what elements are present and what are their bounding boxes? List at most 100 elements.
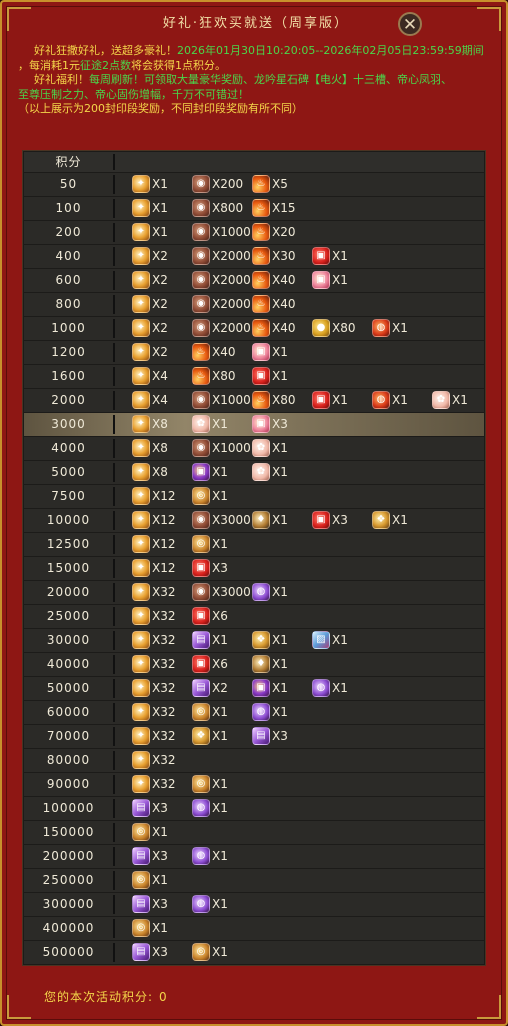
petal-icon[interactable]: ✿ — [252, 463, 270, 481]
stone-icon[interactable]: ◉ — [192, 223, 210, 241]
purple-scroll-icon[interactable]: ▤ — [132, 799, 150, 817]
stone-icon[interactable]: ◉ — [192, 583, 210, 601]
gift-box-icon[interactable]: ✦ — [132, 631, 150, 649]
gift-box-icon[interactable]: ✦ — [132, 391, 150, 409]
red-gift-icon[interactable]: ▣ — [252, 367, 270, 385]
pink-gift-icon[interactable]: ▣ — [252, 415, 270, 433]
flame-feather-icon[interactable]: ♨ — [252, 247, 270, 265]
gift-box-icon[interactable]: ✦ — [132, 535, 150, 553]
gold-medal-icon[interactable]: ◎ — [192, 535, 210, 553]
petal-icon[interactable]: ✿ — [252, 439, 270, 457]
gift-box-icon[interactable]: ✦ — [132, 655, 150, 673]
gold-medal-icon[interactable]: ◎ — [192, 775, 210, 793]
purple-gift-icon[interactable]: ▣ — [252, 679, 270, 697]
gift-box-icon[interactable]: ✦ — [132, 775, 150, 793]
reward-quantity: X3 — [152, 849, 168, 863]
emblem-icon[interactable]: ❖ — [252, 631, 270, 649]
purple-orb-icon[interactable]: ◍ — [192, 799, 210, 817]
gift-box-icon[interactable]: ✦ — [132, 559, 150, 577]
emblem-icon[interactable]: ❖ — [192, 727, 210, 745]
flame-feather-icon[interactable]: ♨ — [252, 319, 270, 337]
red-gift-icon[interactable]: ▣ — [192, 607, 210, 625]
purple-scroll-icon[interactable]: ▤ — [192, 679, 210, 697]
purple-orb-icon[interactable]: ◍ — [192, 895, 210, 913]
purple-orb-icon[interactable]: ◍ — [252, 583, 270, 601]
flame-feather-icon[interactable]: ♨ — [252, 295, 270, 313]
stone-icon[interactable]: ◉ — [192, 199, 210, 217]
purple-scroll-icon[interactable]: ▤ — [192, 631, 210, 649]
flame-feather-icon[interactable]: ♨ — [252, 391, 270, 409]
flame-feather-icon[interactable]: ♨ — [252, 175, 270, 193]
purple-orb-icon[interactable]: ◍ — [312, 679, 330, 697]
gift-box-icon[interactable]: ✦ — [132, 751, 150, 769]
blue-card-icon[interactable]: ▨ — [312, 631, 330, 649]
gift-box-icon[interactable]: ✦ — [132, 199, 150, 217]
gift-box-icon[interactable]: ✦ — [132, 247, 150, 265]
red-gift-icon[interactable]: ▣ — [312, 511, 330, 529]
stone-icon[interactable]: ◉ — [192, 391, 210, 409]
purple-orb-icon[interactable]: ◍ — [192, 847, 210, 865]
red-gift-icon[interactable]: ▣ — [192, 559, 210, 577]
stone-icon[interactable]: ◉ — [192, 319, 210, 337]
stone-icon[interactable]: ◉ — [192, 295, 210, 313]
purple-gift-icon[interactable]: ▣ — [192, 463, 210, 481]
column-divider — [113, 463, 115, 482]
flame-feather-icon[interactable]: ♨ — [252, 271, 270, 289]
reward-quantity: X1 — [212, 777, 228, 791]
red-gift-icon[interactable]: ▣ — [192, 655, 210, 673]
gift-box-icon[interactable]: ✦ — [132, 487, 150, 505]
gold-medal-icon[interactable]: ◎ — [132, 823, 150, 841]
gift-box-icon[interactable]: ✦ — [132, 175, 150, 193]
gift-box-icon[interactable]: ✦ — [132, 583, 150, 601]
gold-medal-icon[interactable]: ◎ — [192, 703, 210, 721]
crystal-shard-icon[interactable]: ♦ — [252, 511, 270, 529]
gift-box-icon[interactable]: ✦ — [132, 271, 150, 289]
row-score: 150000 — [42, 825, 95, 839]
petal-icon[interactable]: ✿ — [432, 391, 450, 409]
stone-icon[interactable]: ◉ — [192, 247, 210, 265]
gift-box-icon[interactable]: ✦ — [132, 295, 150, 313]
gift-box-icon[interactable]: ✦ — [132, 607, 150, 625]
red-gift-icon[interactable]: ▣ — [312, 391, 330, 409]
stone-icon[interactable]: ◉ — [192, 271, 210, 289]
flame-feather-icon[interactable]: ♨ — [192, 343, 210, 361]
gold-medal-icon[interactable]: ◎ — [192, 943, 210, 961]
flame-feather-icon[interactable]: ♨ — [192, 367, 210, 385]
emblem-icon[interactable]: ❖ — [372, 511, 390, 529]
purple-scroll-icon[interactable]: ▤ — [132, 847, 150, 865]
gift-box-icon[interactable]: ✦ — [132, 511, 150, 529]
gift-box-icon[interactable]: ✦ — [132, 223, 150, 241]
gift-box-icon[interactable]: ✦ — [132, 343, 150, 361]
gift-box-icon[interactable]: ✦ — [132, 463, 150, 481]
red-gift-icon[interactable]: ▣ — [312, 247, 330, 265]
flame-feather-icon[interactable]: ♨ — [252, 223, 270, 241]
gold-medal-icon[interactable]: ◎ — [132, 871, 150, 889]
reward-quantity: X32 — [152, 609, 176, 623]
flame-feather-icon[interactable]: ♨ — [252, 199, 270, 217]
table-row: 50 ✦ X1 ◉ X200 ♨ X5 — [24, 173, 484, 196]
fire-orb-icon[interactable]: ◍ — [372, 319, 390, 337]
stone-icon[interactable]: ◉ — [192, 175, 210, 193]
gold-coin-icon[interactable]: ● — [312, 319, 330, 337]
gift-box-icon[interactable]: ✦ — [132, 367, 150, 385]
stone-icon[interactable]: ◉ — [192, 439, 210, 457]
gold-medal-icon[interactable]: ◎ — [132, 919, 150, 937]
purple-scroll-icon[interactable]: ▤ — [252, 727, 270, 745]
gift-box-icon[interactable]: ✦ — [132, 679, 150, 697]
petal-icon[interactable]: ✿ — [192, 415, 210, 433]
purple-scroll-icon[interactable]: ▤ — [132, 895, 150, 913]
gift-box-icon[interactable]: ✦ — [132, 703, 150, 721]
fire-orb-icon[interactable]: ◍ — [372, 391, 390, 409]
purple-orb-icon[interactable]: ◍ — [252, 703, 270, 721]
gift-box-icon[interactable]: ✦ — [132, 415, 150, 433]
purple-scroll-icon[interactable]: ▤ — [132, 943, 150, 961]
pink-gift-icon[interactable]: ▣ — [312, 271, 330, 289]
gold-medal-icon[interactable]: ◎ — [192, 487, 210, 505]
pink-gift-icon[interactable]: ▣ — [252, 343, 270, 361]
close-button[interactable]: ✕ — [398, 12, 422, 36]
gift-box-icon[interactable]: ✦ — [132, 727, 150, 745]
gift-box-icon[interactable]: ✦ — [132, 439, 150, 457]
stone-icon[interactable]: ◉ — [192, 511, 210, 529]
crystal-shard-icon[interactable]: ♦ — [252, 655, 270, 673]
gift-box-icon[interactable]: ✦ — [132, 319, 150, 337]
